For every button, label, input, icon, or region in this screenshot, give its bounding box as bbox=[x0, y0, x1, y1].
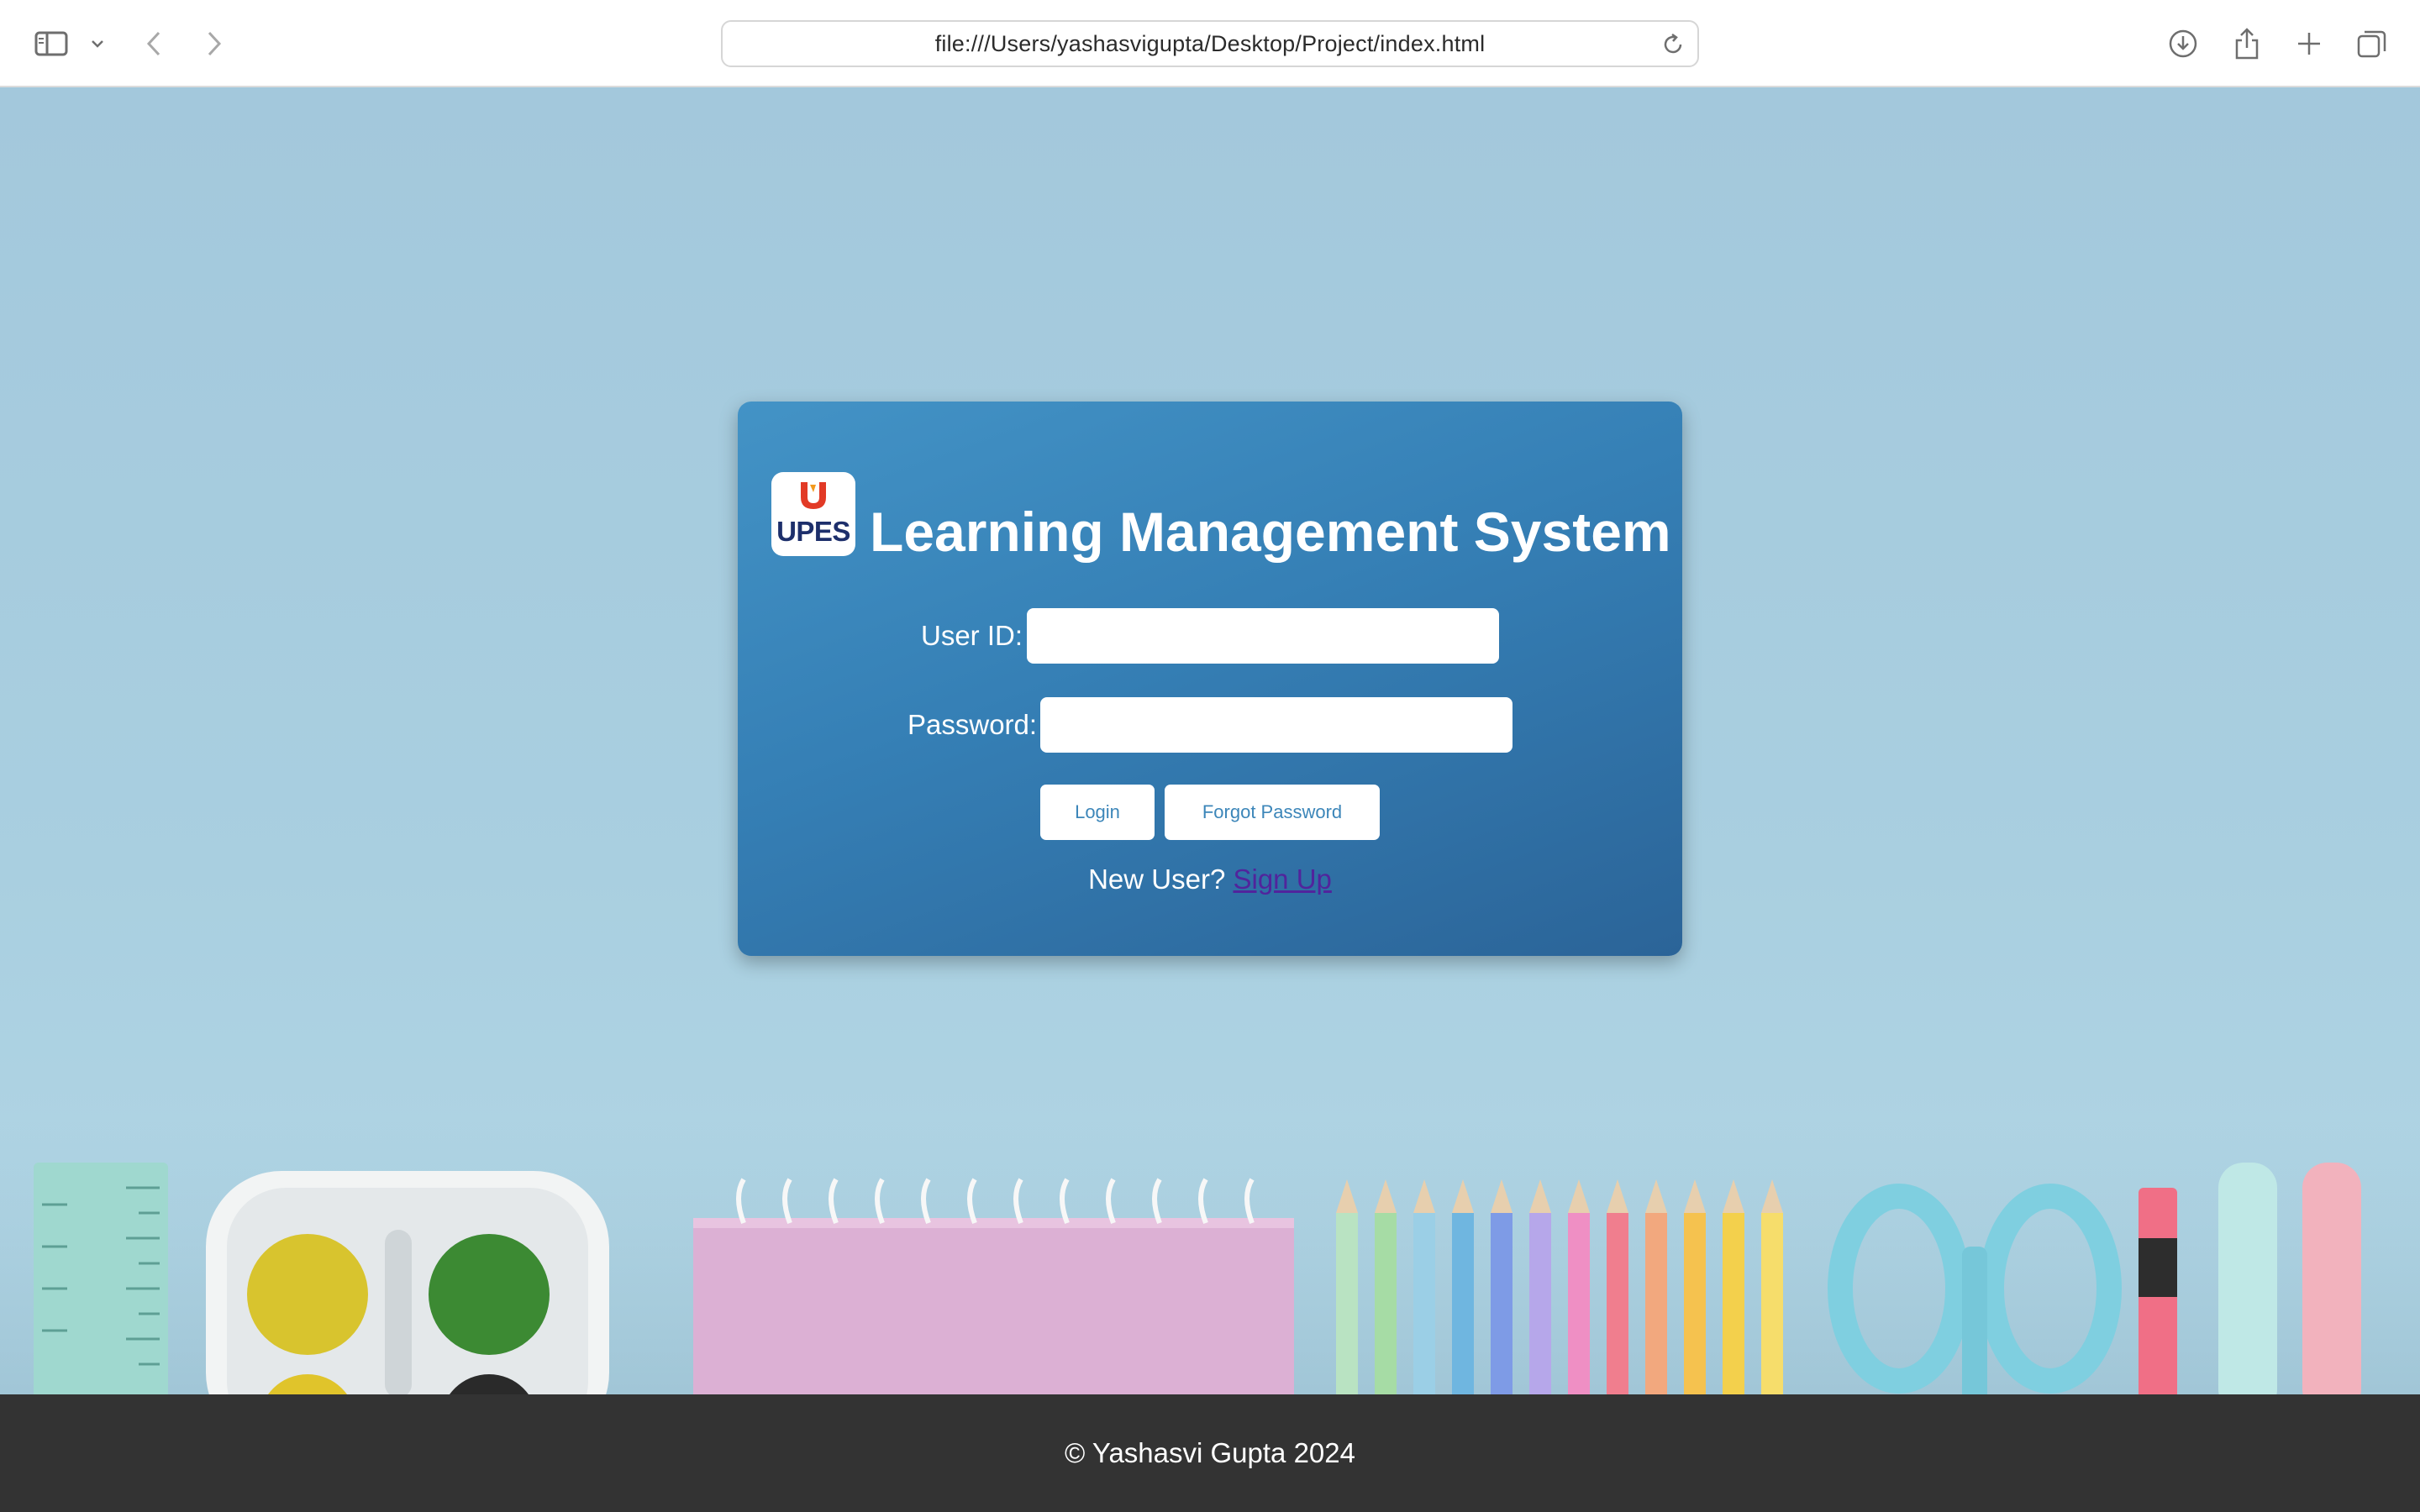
password-label: Password: bbox=[908, 709, 1038, 740]
upes-logo: UPES bbox=[771, 472, 855, 556]
back-icon[interactable] bbox=[141, 20, 166, 67]
forward-icon[interactable] bbox=[202, 20, 227, 67]
page-title: Learning Management System bbox=[870, 501, 1671, 563]
tab-overview-icon[interactable] bbox=[2354, 20, 2390, 67]
chevron-down-icon[interactable] bbox=[87, 20, 108, 67]
url-text: file:///Users/yashasvigupta/Desktop/Proj… bbox=[934, 30, 1486, 56]
download-icon[interactable] bbox=[2166, 20, 2200, 67]
page-content: UPES Learning Management System User ID:… bbox=[0, 87, 2420, 1394]
new-user-text: New User? bbox=[1088, 864, 1226, 895]
new-tab-icon[interactable] bbox=[2292, 20, 2326, 67]
password-input[interactable] bbox=[1040, 697, 1512, 753]
upes-logo-text: UPES bbox=[776, 516, 850, 547]
brand-header: UPES Learning Management System bbox=[771, 472, 1671, 564]
footer: © Yashasvi Gupta 2024 bbox=[0, 1394, 2420, 1512]
copyright-text: © Yashasvi Gupta 2024 bbox=[1065, 1437, 1355, 1468]
user-id-input[interactable] bbox=[1027, 608, 1499, 664]
user-id-label: User ID: bbox=[921, 620, 1023, 651]
address-bar[interactable]: file:///Users/yashasvigupta/Desktop/Proj… bbox=[721, 20, 1699, 67]
new-user-prompt: New User? Sign Up bbox=[738, 865, 1682, 893]
share-icon[interactable] bbox=[2230, 20, 2264, 67]
sidebar-icon[interactable] bbox=[32, 20, 71, 67]
reload-icon[interactable] bbox=[1660, 32, 1686, 61]
sign-up-link[interactable]: Sign Up bbox=[1233, 864, 1331, 895]
login-button[interactable]: Login bbox=[1040, 785, 1155, 840]
login-card: UPES Learning Management System User ID:… bbox=[738, 402, 1682, 956]
browser-toolbar: file:///Users/yashasvigupta/Desktop/Proj… bbox=[0, 0, 2420, 87]
forgot-password-button[interactable]: Forgot Password bbox=[1165, 785, 1380, 840]
upes-logo-mark-icon bbox=[799, 480, 828, 515]
